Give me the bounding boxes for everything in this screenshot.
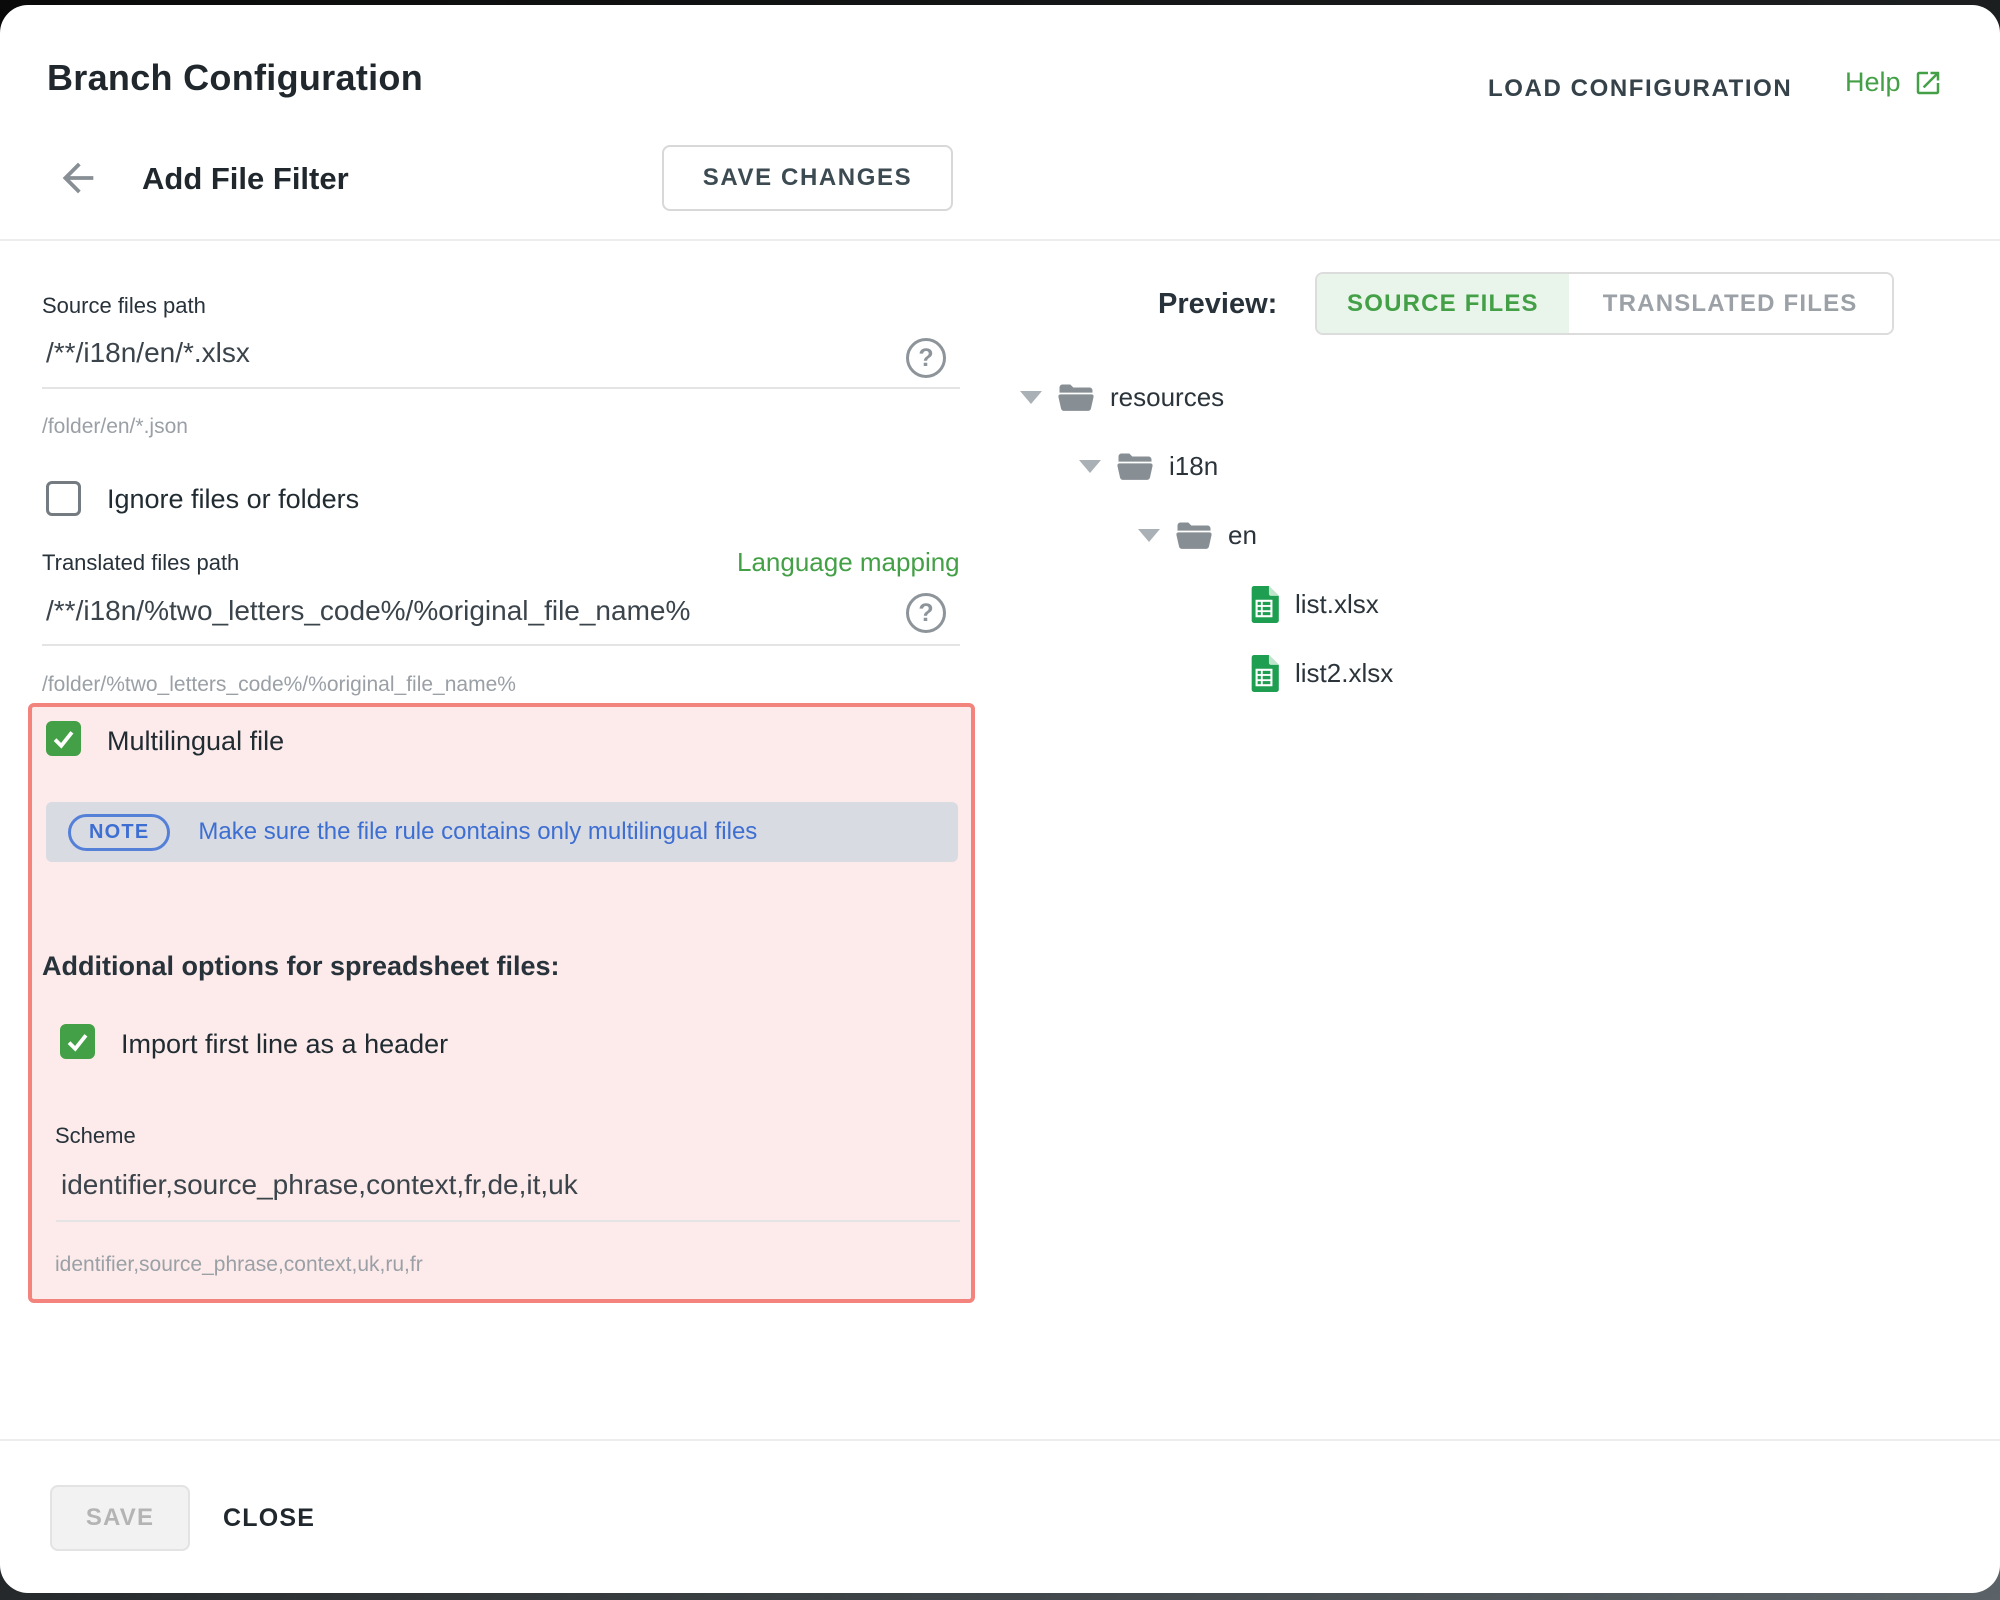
source-path-underline (42, 387, 960, 389)
scheme-label: Scheme (55, 1123, 136, 1149)
tree-label: list.xlsx (1295, 589, 1379, 620)
translated-files-path-label: Translated files path (42, 550, 239, 576)
import-first-line-checkbox[interactable] (60, 1024, 95, 1059)
tree-label: i18n (1169, 451, 1218, 482)
multilingual-file-checkbox[interactable] (46, 721, 81, 756)
source-files-path-label: Source files path (42, 293, 206, 319)
caret-down-icon[interactable] (1079, 460, 1101, 473)
back-button[interactable] (55, 155, 101, 201)
note-badge: NOTE (68, 814, 170, 851)
preview-label: Preview: (1158, 288, 1277, 321)
page-title: Branch Configuration (47, 57, 423, 99)
caret-down-icon[interactable] (1020, 391, 1042, 404)
source-files-path-hint: /folder/en/*.json (42, 415, 188, 439)
import-first-line-label[interactable]: Import first line as a header (121, 1029, 448, 1060)
spreadsheet-options-heading: Additional options for spreadsheet files… (42, 951, 560, 982)
checkmark-icon (50, 725, 77, 752)
tree-row-file-list2-xlsx[interactable]: list2.xlsx (1020, 639, 1393, 708)
language-mapping-link[interactable]: Language mapping (737, 547, 960, 578)
load-configuration-button[interactable]: LOAD CONFIGURATION (1488, 75, 1792, 103)
multilingual-file-label[interactable]: Multilingual file (107, 726, 284, 757)
scheme-hint: identifier,source_phrase,context,uk,ru,f… (55, 1253, 423, 1277)
footer-divider (0, 1439, 2000, 1441)
checkmark-icon (64, 1028, 91, 1055)
scheme-input[interactable]: identifier,source_phrase,context,fr,de,i… (61, 1169, 578, 1201)
help-link-label: Help (1845, 67, 1901, 98)
help-link[interactable]: Help (1845, 67, 1943, 98)
tree-label: resources (1110, 382, 1224, 413)
tab-source-files[interactable]: SOURCE FILES (1317, 274, 1569, 333)
spreadsheet-file-icon (1249, 586, 1279, 623)
tree-row-folder-en[interactable]: en (1020, 501, 1393, 570)
tree-row-folder-i18n[interactable]: i18n (1020, 432, 1393, 501)
caret-down-icon[interactable] (1138, 529, 1160, 542)
tree-row-folder-resources[interactable]: resources (1020, 363, 1393, 432)
file-tree: resources i18n en list.xlsx li (1020, 363, 1393, 708)
source-files-path-input[interactable]: /**/i18n/en/*.xlsx (46, 337, 250, 369)
source-path-help-icon[interactable]: ? (906, 338, 946, 378)
preview-toggle-group: SOURCE FILES TRANSLATED FILES (1315, 272, 1894, 335)
multilingual-highlight-box (28, 703, 975, 1303)
back-arrow-icon (55, 155, 101, 201)
folder-icon (1176, 521, 1212, 551)
folder-icon (1058, 383, 1094, 413)
translated-files-path-hint: /folder/%two_letters_code%/%original_fil… (42, 673, 516, 697)
branch-configuration-dialog: Branch Configuration LOAD CONFIGURATION … (0, 5, 2000, 1593)
spreadsheet-file-icon (1249, 655, 1279, 692)
ignore-files-label[interactable]: Ignore files or folders (107, 484, 359, 515)
folder-icon (1117, 452, 1153, 482)
translated-path-underline (42, 644, 960, 646)
save-button[interactable]: SAVE (50, 1485, 190, 1551)
note-text: Make sure the file rule contains only mu… (198, 818, 757, 846)
tree-label: en (1228, 520, 1257, 551)
tree-row-file-list-xlsx[interactable]: list.xlsx (1020, 570, 1393, 639)
header-divider (0, 239, 2000, 241)
close-button[interactable]: CLOSE (223, 1485, 315, 1551)
tab-translated-files[interactable]: TRANSLATED FILES (1569, 274, 1892, 333)
scheme-underline (56, 1220, 960, 1222)
note-bar: NOTE Make sure the file rule contains on… (46, 802, 958, 862)
tree-label: list2.xlsx (1295, 658, 1393, 689)
save-changes-button[interactable]: SAVE CHANGES (662, 145, 953, 211)
add-file-filter-title: Add File Filter (142, 161, 349, 197)
translated-path-help-icon[interactable]: ? (906, 593, 946, 633)
translated-files-path-input[interactable]: /**/i18n/%two_letters_code%/%original_fi… (46, 595, 690, 627)
ignore-files-checkbox[interactable] (46, 481, 81, 516)
external-link-icon (1913, 68, 1943, 98)
